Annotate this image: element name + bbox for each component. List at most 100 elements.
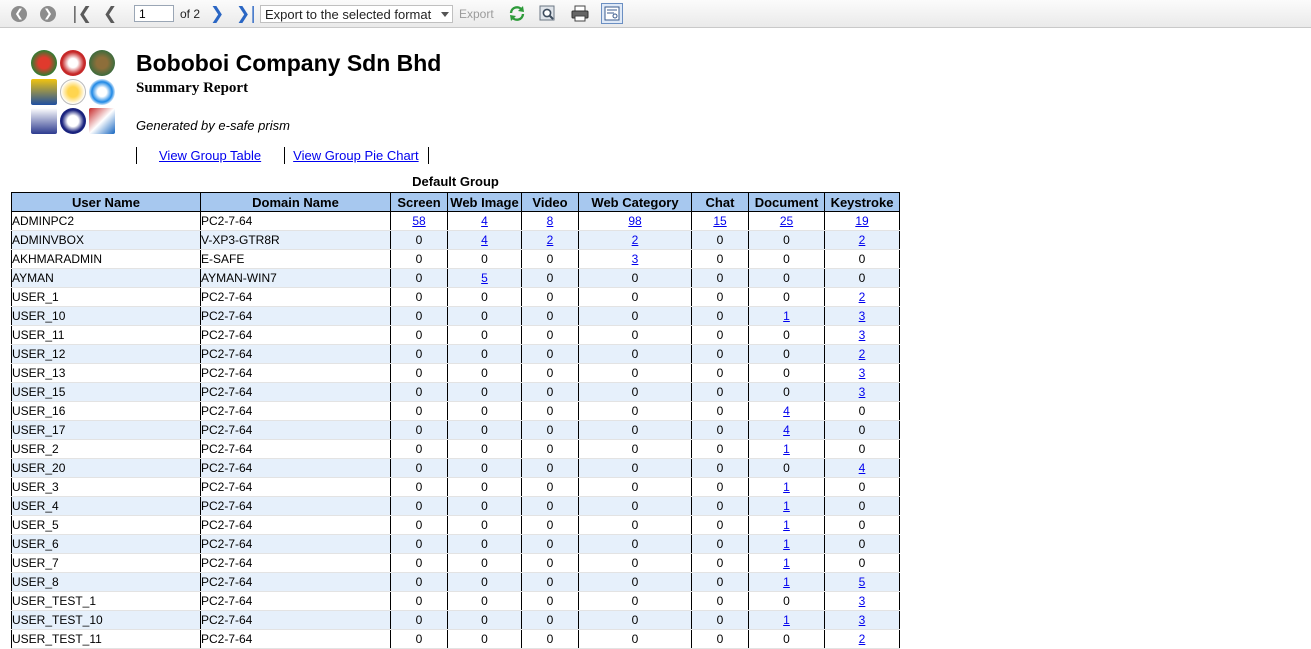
keystroke-count-link[interactable]: 2 xyxy=(859,233,866,247)
cell-keystroke: 19 xyxy=(824,211,900,231)
keystroke-count-link[interactable]: 3 xyxy=(859,328,866,342)
cell-chat: 0 xyxy=(691,534,749,554)
first-page-icon[interactable]: |❮ xyxy=(72,4,92,24)
cell-web-image: 0 xyxy=(447,610,522,630)
web-category-count-link[interactable]: 3 xyxy=(632,252,639,266)
document-count-link[interactable]: 1 xyxy=(783,556,790,570)
keystroke-count-link[interactable]: 3 xyxy=(859,385,866,399)
last-page-icon[interactable]: ❯| xyxy=(236,4,256,24)
cell-screen: 0 xyxy=(390,382,448,402)
cell-video: 0 xyxy=(521,534,579,554)
chat-count-link[interactable]: 15 xyxy=(713,214,726,228)
cell-document: 0 xyxy=(748,268,825,288)
cell-web-image: 5 xyxy=(447,268,522,288)
document-count-link[interactable]: 1 xyxy=(783,518,790,532)
export-button[interactable]: Export xyxy=(459,7,494,21)
document-count-link[interactable]: 1 xyxy=(783,537,790,551)
video-count-link[interactable]: 8 xyxy=(547,214,554,228)
cell-keystroke: 0 xyxy=(824,249,900,269)
cell-web-category: 0 xyxy=(578,439,692,459)
cell-screen: 0 xyxy=(390,344,448,364)
cell-user-name: USER_10 xyxy=(11,306,201,326)
web-category-count-link[interactable]: 2 xyxy=(632,233,639,247)
page-number-input[interactable] xyxy=(134,5,174,22)
keystroke-count-link[interactable]: 3 xyxy=(859,309,866,323)
document-count-link[interactable]: 1 xyxy=(783,499,790,513)
cell-video: 0 xyxy=(521,458,579,478)
cell-screen: 0 xyxy=(390,496,448,516)
cell-document: 1 xyxy=(748,515,825,535)
layout-icon[interactable] xyxy=(601,3,623,24)
print-icon[interactable] xyxy=(570,4,590,23)
table-body: ADMINPC2 PC2-7-64 58 4 8 98 15 25 19 ADMINVBOX V-X… xyxy=(11,211,900,649)
keystroke-count-link[interactable]: 2 xyxy=(859,290,866,304)
column-header-user-name[interactable]: User Name xyxy=(11,192,201,212)
refresh-icon[interactable] xyxy=(507,4,527,23)
column-header-document[interactable]: Document xyxy=(748,192,825,212)
screen-count-link[interactable]: 58 xyxy=(412,214,425,228)
keystroke-count-link[interactable]: 3 xyxy=(859,613,866,627)
cell-web-category: 0 xyxy=(578,515,692,535)
column-header-keystroke[interactable]: Keystroke xyxy=(824,192,900,212)
column-header-video[interactable]: Video xyxy=(521,192,579,212)
column-header-screen[interactable]: Screen xyxy=(390,192,448,212)
cell-web-image: 0 xyxy=(447,534,522,554)
cell-user-name: USER_TEST_1 xyxy=(11,591,201,611)
cell-keystroke: 2 xyxy=(824,230,900,250)
next-circle-icon[interactable]: ❯ xyxy=(40,4,56,24)
keystroke-count-link[interactable]: 2 xyxy=(859,347,866,361)
web-category-count-link[interactable]: 98 xyxy=(628,214,641,228)
cell-domain-name: PC2-7-64 xyxy=(200,287,391,307)
cell-domain-name: E-SAFE xyxy=(200,249,391,269)
export-format-select[interactable]: Export to the selected format xyxy=(260,5,453,23)
column-header-domain-name[interactable]: Domain Name xyxy=(200,192,391,212)
cell-keystroke: 3 xyxy=(824,325,900,345)
document-count-link[interactable]: 1 xyxy=(783,442,790,456)
table-row: USER_2 PC2-7-64 0 0 0 0 0 1 0 xyxy=(11,439,900,459)
web-image-count-link[interactable]: 5 xyxy=(481,271,488,285)
cell-user-name: USER_11 xyxy=(11,325,201,345)
cell-chat: 0 xyxy=(691,629,749,649)
zoom-icon[interactable] xyxy=(538,4,558,23)
keystroke-count-link[interactable]: 3 xyxy=(859,366,866,380)
column-header-web-category[interactable]: Web Category xyxy=(578,192,692,212)
cell-user-name: AYMAN xyxy=(11,268,201,288)
keystroke-count-link[interactable]: 2 xyxy=(859,632,866,646)
cell-video: 0 xyxy=(521,477,579,497)
web-image-count-link[interactable]: 4 xyxy=(481,214,488,228)
cell-video: 0 xyxy=(521,363,579,383)
web-image-count-link[interactable]: 4 xyxy=(481,233,488,247)
keystroke-count-link[interactable]: 5 xyxy=(859,575,866,589)
keystroke-count-link[interactable]: 3 xyxy=(859,594,866,608)
cell-web-image: 0 xyxy=(447,363,522,383)
cell-chat: 0 xyxy=(691,344,749,364)
first-page-circle-icon[interactable]: ❮ xyxy=(11,4,27,24)
view-group-table-link[interactable]: View Group Table xyxy=(159,148,261,163)
document-count-link[interactable]: 1 xyxy=(783,575,790,589)
document-count-link[interactable]: 1 xyxy=(783,480,790,494)
generated-by-text: Generated by e-safe prism xyxy=(136,118,290,133)
cell-document: 1 xyxy=(748,553,825,573)
cell-screen: 0 xyxy=(390,477,448,497)
column-header-web-image[interactable]: Web Image xyxy=(447,192,522,212)
document-count-link[interactable]: 1 xyxy=(783,309,790,323)
document-count-link[interactable]: 1 xyxy=(783,613,790,627)
document-count-link[interactable]: 4 xyxy=(783,404,790,418)
previous-page-icon[interactable]: ❮ xyxy=(103,4,117,24)
video-count-link[interactable]: 2 xyxy=(547,233,554,247)
document-count-link[interactable]: 25 xyxy=(780,214,793,228)
cell-screen: 0 xyxy=(390,230,448,250)
table-row: USER_20 PC2-7-64 0 0 0 0 0 0 4 xyxy=(11,458,900,478)
column-header-chat[interactable]: Chat xyxy=(691,192,749,212)
cell-web-image: 0 xyxy=(447,287,522,307)
divider xyxy=(284,146,286,164)
keystroke-count-link[interactable]: 19 xyxy=(855,214,868,228)
cell-video: 0 xyxy=(521,439,579,459)
view-group-pie-chart-link[interactable]: View Group Pie Chart xyxy=(293,148,419,163)
cell-web-category: 2 xyxy=(578,230,692,250)
cell-web-category: 0 xyxy=(578,496,692,516)
keystroke-count-link[interactable]: 4 xyxy=(859,461,866,475)
report-toolbar: ❮ ❯ |❮ ❮ of 2 ❯ ❯| Export to the selecte… xyxy=(0,0,1311,28)
document-count-link[interactable]: 4 xyxy=(783,423,790,437)
next-page-icon[interactable]: ❯ xyxy=(210,4,224,24)
